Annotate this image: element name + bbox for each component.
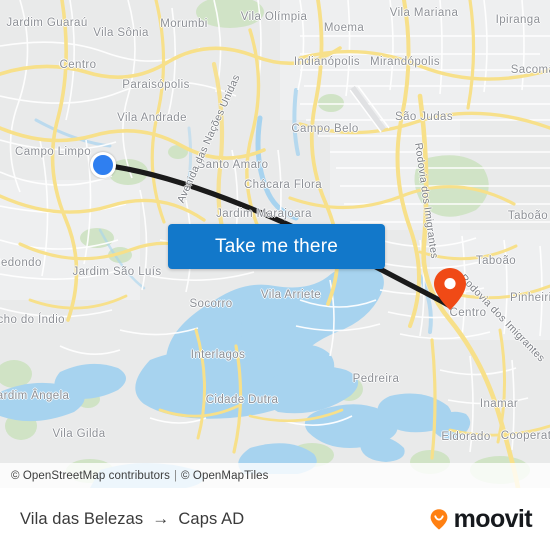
origin-marker[interactable] [90, 152, 116, 178]
map-pin-icon [434, 268, 466, 310]
destination-marker[interactable] [433, 267, 467, 311]
moovit-logo[interactable]: moovit [426, 504, 533, 533]
arrow-right-icon: → [152, 509, 170, 528]
attribution-maptiles[interactable]: © OpenMapTiles [181, 470, 268, 482]
attribution-osm[interactable]: © OpenStreetMap contributors [11, 470, 170, 482]
trip-footer: Vila das Belezas → Caps AD moovit [0, 488, 550, 550]
moovit-wordmark: moovit [453, 504, 533, 533]
attribution-separator: | [173, 469, 178, 482]
trip-summary: Vila das Belezas → Caps AD [20, 509, 426, 529]
map-canvas[interactable]: Jardim Guaraú Vila Sônia Morumbi Vila Olímp… [0, 0, 550, 488]
trip-origin-label: Vila das Belezas [20, 509, 144, 528]
map-attribution-bar: © OpenStreetMap contributors | © OpenMap… [0, 463, 550, 488]
trip-destination-label: Caps AD [178, 509, 245, 528]
moovit-pin-icon [430, 509, 448, 530]
moovit-route-screenshot: Jardim Guaraú Vila Sônia Morumbi Vila Olímp… [0, 0, 550, 550]
take-me-there-button[interactable]: Take me there [168, 224, 385, 269]
